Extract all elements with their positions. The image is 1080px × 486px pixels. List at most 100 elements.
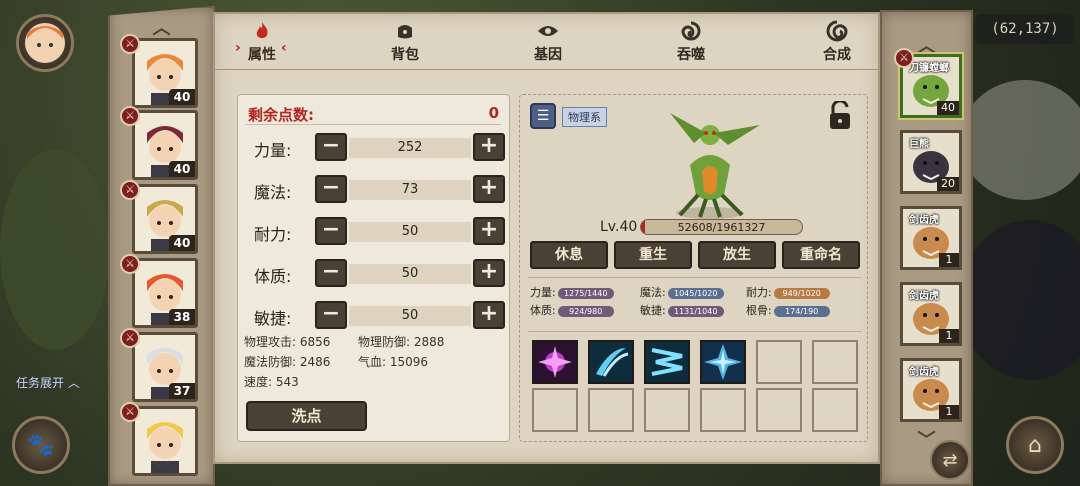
skill-slot-9[interactable] xyxy=(644,388,690,432)
decrease-agility-button[interactable]: − xyxy=(315,301,347,329)
character-card[interactable]: 38 xyxy=(132,258,198,328)
tab-synthesis[interactable]: 合成 xyxy=(797,20,877,68)
skill-slot-6[interactable] xyxy=(812,340,858,384)
decrease-constitution-button[interactable]: − xyxy=(315,259,347,287)
pet-level: 1 xyxy=(939,329,959,343)
pet-name: 刀镰螳螂 xyxy=(909,63,949,74)
mantis-pet-sprite xyxy=(670,113,760,219)
skill-grid xyxy=(528,331,861,435)
aptitude-magic: 魔法: 1045/1020 xyxy=(640,284,724,300)
rest-button[interactable]: 休息 xyxy=(530,241,608,269)
character-card[interactable]: 40 xyxy=(132,184,198,254)
decrease-endurance-button[interactable]: − xyxy=(315,217,347,245)
character-card[interactable]: 40 xyxy=(132,110,198,180)
unlock-icon[interactable] xyxy=(827,101,853,131)
aptitude-constitution: 体质: 924/980 xyxy=(530,302,614,318)
pet-card[interactable]: 剑齿虎 1 xyxy=(900,206,962,270)
skill-slot-12[interactable] xyxy=(812,388,858,432)
stat-label: 耐力: xyxy=(254,225,292,244)
tab-label: 属性 xyxy=(248,47,276,63)
character-list-panel[interactable]: ︿ 40 ⚔ 40 ⚔ 40 ⚔ 38 ⚔ 37 ⚔ ⚔ ﹀ xyxy=(108,6,215,486)
character-level: 37 xyxy=(169,383,195,399)
chevron-up-icon: ︿ xyxy=(67,376,80,390)
increase-magic-button[interactable]: + xyxy=(473,175,505,203)
skill-slot-2[interactable] xyxy=(588,340,634,384)
quest-expand-toggle[interactable]: 任务展开 ︿ xyxy=(16,374,80,391)
player-avatar[interactable] xyxy=(16,14,74,72)
skill-slot-7[interactable] xyxy=(532,388,578,432)
attribute-panel: 剩余点数: 0 力量: − 252 + 魔法: − 73 + 耐力: − 50 … xyxy=(237,94,510,442)
stat-label: 敏捷: xyxy=(254,309,292,328)
eye-icon xyxy=(538,26,558,36)
mount-button[interactable]: 🐾 xyxy=(12,416,70,474)
tab-devour[interactable]: 吞噬 xyxy=(651,20,731,68)
pet-detail-panel: › ‹ 属性 背包 基因 吞噬 合成 剩余点数: 0 力量: − 252 + 魔… xyxy=(213,12,880,464)
decrease-strength-button[interactable]: − xyxy=(315,133,347,161)
scroll-down-arrow[interactable]: ﹀ xyxy=(110,456,213,482)
stat-value: 252 xyxy=(349,138,471,158)
swap-arrows-icon: ⇄ xyxy=(942,449,958,471)
stat-row-agility: 敏捷: − 50 + xyxy=(246,299,505,331)
pet-card[interactable]: 剑齿虎 1 xyxy=(900,358,962,422)
stat-row-constitution: 体质: − 50 + xyxy=(246,257,505,289)
reset-points-button[interactable]: 洗点 xyxy=(246,401,367,431)
aptitude-endurance: 耐力: 949/1020 xyxy=(746,284,830,300)
character-card[interactable]: 40 xyxy=(132,38,198,108)
pet-level: 40 xyxy=(937,101,959,115)
tab-attributes[interactable]: 属性 xyxy=(222,20,302,68)
player-avatar-icon xyxy=(25,23,65,63)
house-icon: ⌂ xyxy=(1028,432,1042,458)
skill-slot-5[interactable] xyxy=(756,340,802,384)
derived-stats: 物理攻击: 6856 物理防御: 2888 魔法防御: 2486 气血: 150… xyxy=(244,333,505,393)
pet-info-panel: ☰ 物理系 Lv.40 52608/1961327 休息 重生 放生 重命名 力… xyxy=(519,94,868,442)
remaining-points-value: 0 xyxy=(488,104,499,122)
home-button[interactable]: ⌂ xyxy=(1006,416,1064,474)
skill-slot-8[interactable] xyxy=(588,388,634,432)
remaining-points-row: 剩余点数: 0 xyxy=(246,101,501,125)
bag-icon xyxy=(398,25,412,39)
tab-bar: › ‹ 属性 背包 基因 吞噬 合成 xyxy=(215,14,878,70)
skill-slot-4[interactable] xyxy=(700,340,746,384)
list-icon[interactable]: ☰ xyxy=(530,103,556,129)
rebirth-button[interactable]: 重生 xyxy=(614,241,692,269)
stat-row-endurance: 耐力: − 50 + xyxy=(246,215,505,247)
decrease-magic-button[interactable]: − xyxy=(315,175,347,203)
class-sword-icon: ⚔ xyxy=(894,48,914,68)
tab-bag[interactable]: 背包 xyxy=(365,20,445,68)
swap-button[interactable]: ⇄ xyxy=(930,440,970,480)
pet-card[interactable]: 剑齿虎 1 xyxy=(900,282,962,346)
stat-value: 50 xyxy=(349,306,471,326)
release-button[interactable]: 放生 xyxy=(698,241,776,269)
tab-label: 基因 xyxy=(534,47,562,63)
flame-icon xyxy=(256,22,268,38)
blue-slash-skill-icon xyxy=(590,342,632,382)
remaining-points-label: 剩余点数: xyxy=(248,106,314,124)
tab-label: 背包 xyxy=(391,47,419,63)
increase-constitution-button[interactable]: + xyxy=(473,259,505,287)
skill-slot-1[interactable] xyxy=(532,340,578,384)
pet-card[interactable]: 巨熊 20 xyxy=(900,130,962,194)
stat-row-strength: 力量: − 252 + xyxy=(246,131,505,163)
aptitude-root-bone: 根骨: 174/190 xyxy=(746,302,830,318)
stat-label: 体质: xyxy=(254,267,292,286)
blue-storm-skill-icon xyxy=(702,342,744,382)
tab-gene[interactable]: 基因 xyxy=(508,20,588,68)
increase-agility-button[interactable]: + xyxy=(473,301,505,329)
skill-slot-3[interactable] xyxy=(644,340,690,384)
class-sword-icon: ⚔ xyxy=(120,328,140,348)
blue-claw-skill-icon xyxy=(646,342,688,382)
character-card[interactable]: 37 xyxy=(132,332,198,402)
speed: 速度: 543 xyxy=(244,375,299,389)
rename-button[interactable]: 重命名 xyxy=(782,241,860,269)
skill-slot-10[interactable] xyxy=(700,388,746,432)
skill-slot-11[interactable] xyxy=(756,388,802,432)
pet-list-panel[interactable]: ︿ 刀镰螳螂 40 巨熊 20 剑齿虎 1 剑齿虎 1 剑齿虎 1 ⚔ ﹀ xyxy=(880,10,973,486)
class-sword-icon: ⚔ xyxy=(120,34,140,54)
quest-toggle-label: 任务展开 xyxy=(16,376,65,390)
physical-attack: 物理攻击: 6856 xyxy=(244,335,331,349)
increase-endurance-button[interactable]: + xyxy=(473,217,505,245)
pet-level: Lv.40 xyxy=(600,219,638,235)
increase-strength-button[interactable]: + xyxy=(473,133,505,161)
pet-name: 剑齿虎 xyxy=(909,291,939,302)
pet-level: 1 xyxy=(939,405,959,419)
